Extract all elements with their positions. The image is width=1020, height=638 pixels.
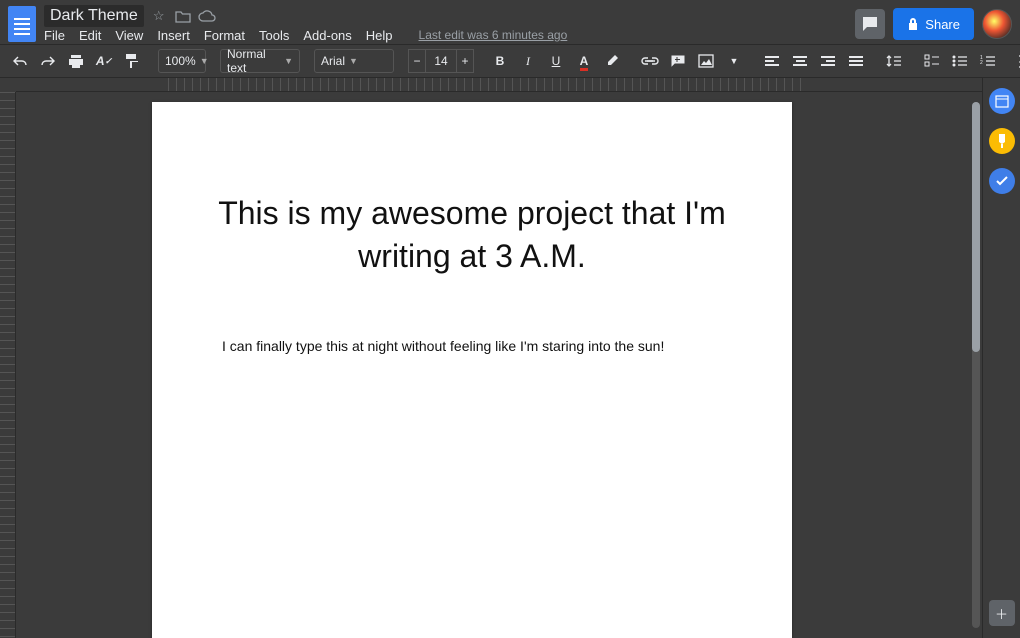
workspace: This is my awesome project that I'm writ… (0, 92, 1020, 638)
align-left-button[interactable] (760, 49, 784, 73)
text-color-button[interactable]: A (572, 49, 596, 73)
document-heading[interactable]: This is my awesome project that I'm writ… (152, 102, 792, 278)
title-row: Dark Theme ☆ (44, 5, 567, 27)
checklist-button[interactable] (920, 49, 944, 73)
last-edit-link[interactable]: Last edit was 6 minutes ago (419, 28, 568, 43)
zoom-value: 100% (165, 54, 196, 68)
checklist-icon (924, 54, 940, 68)
side-panel-calendar[interactable] (989, 88, 1015, 114)
move-to-folder-icon[interactable] (174, 7, 192, 25)
comment-plus-icon (670, 54, 686, 68)
paint-format-button[interactable] (120, 49, 144, 73)
paragraph-style-dropdown[interactable]: Normal text▼ (220, 49, 300, 73)
scrollbar-thumb[interactable] (972, 102, 980, 352)
font-size-group: − 14 + (408, 49, 474, 73)
paint-roller-icon (125, 53, 139, 69)
title-block: Dark Theme ☆ File Edit View Insert Forma… (44, 5, 567, 43)
toolbar: A✓ 100%▼ Normal text▼ Arial▼ − 14 + B I … (0, 44, 1020, 78)
highlight-color-button[interactable] (600, 49, 624, 73)
font-family-dropdown[interactable]: Arial▼ (314, 49, 394, 73)
decrease-indent-button[interactable] (1014, 49, 1020, 73)
calendar-icon (995, 94, 1009, 108)
link-icon (641, 56, 659, 66)
menu-help[interactable]: Help (366, 28, 393, 43)
share-button[interactable]: Share (893, 8, 974, 40)
lock-icon (907, 17, 919, 31)
menu-edit[interactable]: Edit (79, 28, 101, 43)
align-center-button[interactable] (788, 49, 812, 73)
document-page[interactable]: This is my awesome project that I'm writ… (152, 102, 792, 638)
keep-icon (996, 133, 1008, 149)
redo-icon (40, 55, 56, 67)
undo-button[interactable] (8, 49, 32, 73)
numbered-list-button[interactable]: 12 (976, 49, 1000, 73)
print-button[interactable] (64, 49, 88, 73)
line-spacing-icon (886, 54, 902, 68)
font-size-increase[interactable]: + (456, 49, 474, 73)
vertical-scrollbar[interactable] (972, 102, 980, 628)
spellcheck-button[interactable]: A✓ (92, 49, 116, 73)
image-icon (698, 54, 714, 68)
undo-icon (12, 55, 28, 67)
italic-button[interactable]: I (516, 49, 540, 73)
zoom-dropdown[interactable]: 100%▼ (158, 49, 206, 73)
menu-view[interactable]: View (115, 28, 143, 43)
print-icon (68, 54, 84, 68)
share-button-label: Share (925, 17, 960, 32)
comments-button[interactable] (855, 9, 885, 39)
align-right-button[interactable] (816, 49, 840, 73)
font-size-decrease[interactable]: − (408, 49, 426, 73)
font-family-value: Arial (321, 54, 345, 68)
insert-image-caret[interactable]: ▼ (722, 49, 746, 73)
cloud-status-icon[interactable] (198, 7, 216, 25)
horizontal-ruler[interactable] (16, 78, 1020, 92)
align-justify-button[interactable] (844, 49, 868, 73)
bullet-list-icon (952, 54, 968, 68)
docs-logo-icon[interactable] (8, 6, 36, 42)
underline-button[interactable]: U (544, 49, 568, 73)
side-panel-keep[interactable] (989, 128, 1015, 154)
menu-tools[interactable]: Tools (259, 28, 289, 43)
side-panel-get-addons[interactable]: ＋ (989, 600, 1015, 626)
bold-button[interactable]: B (488, 49, 512, 73)
line-spacing-button[interactable] (882, 49, 906, 73)
numbered-list-icon: 12 (980, 54, 996, 68)
add-comment-button[interactable] (666, 49, 690, 73)
menu-format[interactable]: Format (204, 28, 245, 43)
side-panel: ＋ (982, 78, 1020, 638)
side-panel-tasks[interactable] (989, 168, 1015, 194)
app-header: Dark Theme ☆ File Edit View Insert Forma… (0, 0, 1020, 44)
tasks-icon (995, 174, 1009, 188)
document-body-text[interactable]: I can finally type this at night without… (152, 278, 792, 354)
document-canvas[interactable]: This is my awesome project that I'm writ… (16, 92, 1020, 638)
font-size-value[interactable]: 14 (426, 49, 456, 73)
insert-link-button[interactable] (638, 49, 662, 73)
document-title[interactable]: Dark Theme (44, 5, 144, 27)
bulleted-list-button[interactable] (948, 49, 972, 73)
svg-text:2: 2 (980, 60, 983, 66)
paragraph-style-value: Normal text (227, 47, 280, 75)
menu-addons[interactable]: Add-ons (303, 28, 351, 43)
menu-bar: File Edit View Insert Format Tools Add-o… (44, 28, 567, 43)
account-avatar[interactable] (982, 9, 1012, 39)
highlighter-icon (605, 54, 619, 68)
menu-insert[interactable]: Insert (157, 28, 190, 43)
redo-button[interactable] (36, 49, 60, 73)
menu-file[interactable]: File (44, 28, 65, 43)
star-icon[interactable]: ☆ (150, 7, 168, 25)
ruler-ticks (168, 78, 808, 91)
insert-image-button[interactable] (694, 49, 718, 73)
vertical-ruler[interactable] (0, 92, 16, 638)
